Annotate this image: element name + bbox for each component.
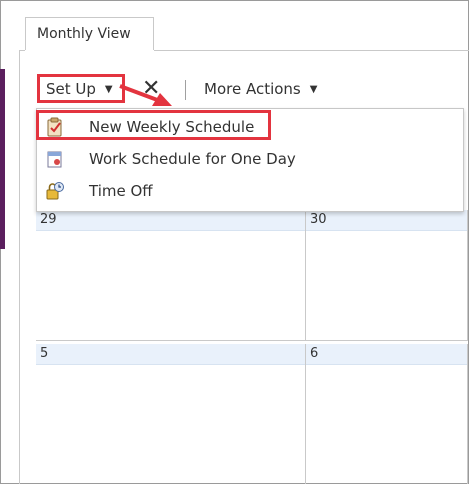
calendar-cell[interactable]: 30 <box>306 210 468 341</box>
highlight-box-setup <box>37 74 125 103</box>
day-number: 29 <box>36 210 305 231</box>
calendar-cell[interactable]: 5 <box>36 344 306 484</box>
delete-icon[interactable]: ✕ <box>142 73 160 105</box>
content-border <box>19 50 20 484</box>
menu-item-work-schedule-one-day[interactable]: Work Schedule for One Day <box>37 143 463 175</box>
tab-underline <box>154 50 469 51</box>
lock-clock-icon <box>46 182 64 200</box>
menu-item-time-off[interactable]: Time Off <box>37 175 463 207</box>
calendar-grid: 29 30 5 6 <box>36 210 468 484</box>
highlight-box-new-weekly-schedule <box>36 110 271 140</box>
day-number: 6 <box>306 344 467 365</box>
day-number: 5 <box>36 344 305 365</box>
tab-label: Monthly View <box>37 26 131 42</box>
calendar-cell[interactable]: 29 <box>36 210 306 341</box>
calendar-day-icon <box>47 151 62 168</box>
accent-strip <box>0 69 5 249</box>
more-actions-button[interactable]: More Actions ▼ <box>204 73 317 106</box>
day-number: 30 <box>306 210 467 231</box>
menu-item-label: Work Schedule for One Day <box>89 150 296 168</box>
menu-item-label: Time Off <box>89 182 153 200</box>
calendar-cell[interactable]: 6 <box>306 344 468 484</box>
more-actions-label: More Actions <box>204 80 301 98</box>
tab-monthly-view[interactable]: Monthly View <box>25 17 154 50</box>
chevron-down-icon: ▼ <box>309 83 318 95</box>
toolbar-separator <box>185 80 186 100</box>
